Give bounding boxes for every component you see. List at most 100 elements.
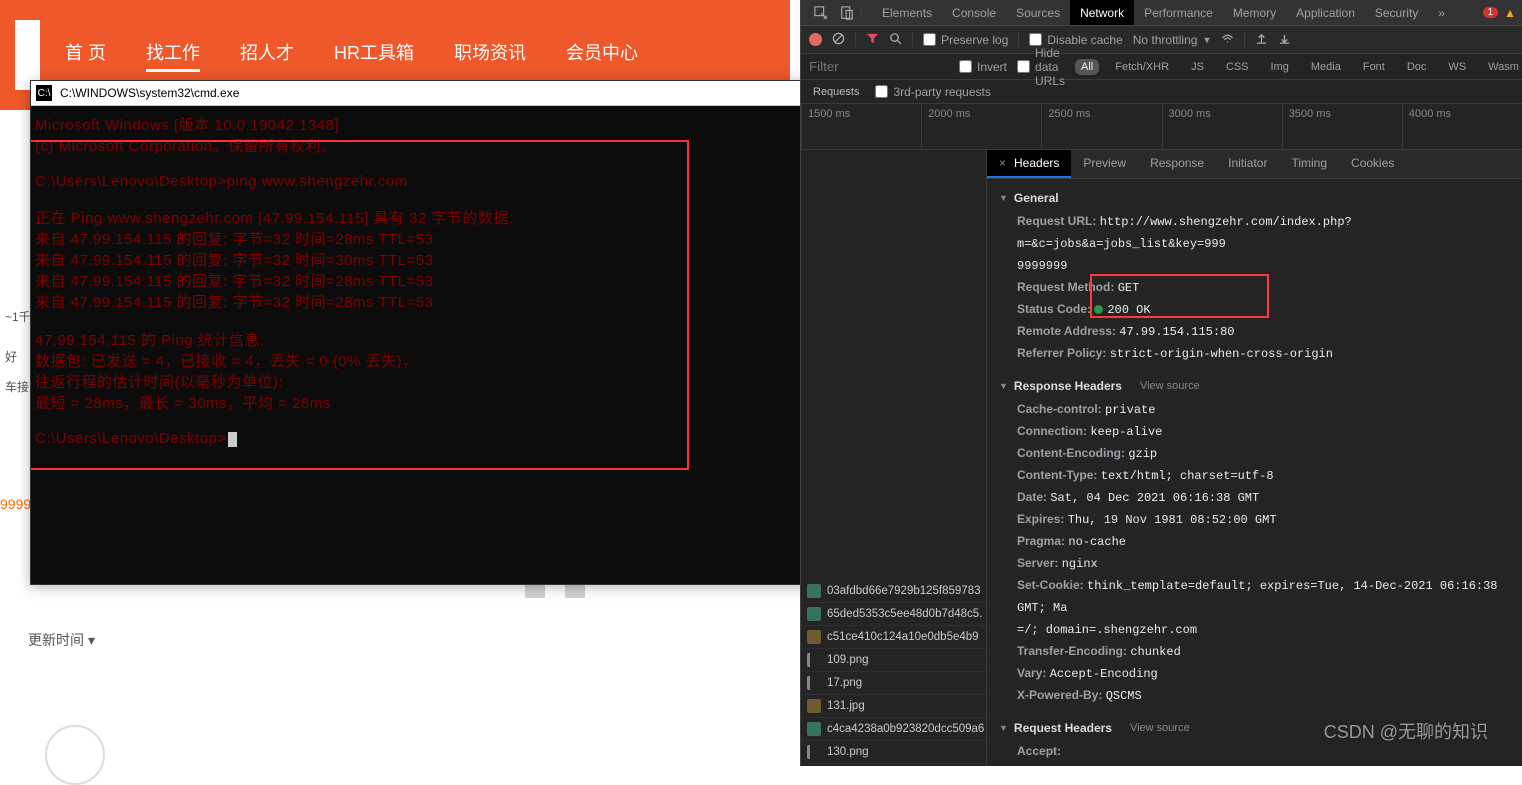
tab-sources[interactable]: Sources bbox=[1006, 0, 1070, 25]
request-list-item[interactable]: c4ca4238a0b923820dcc509a6 bbox=[801, 718, 986, 741]
sort-update-time[interactable]: 更新时间 ▾ bbox=[18, 625, 105, 655]
timeline-tick: 3500 ms bbox=[1282, 104, 1402, 149]
file-type-icon bbox=[807, 676, 821, 690]
tab-memory[interactable]: Memory bbox=[1223, 0, 1286, 25]
invert-checkbox[interactable]: Invert bbox=[959, 60, 1007, 74]
request-list-item[interactable]: 65ded5353c5ee48d0b7d48c5. bbox=[801, 603, 986, 626]
type-xhr[interactable]: Fetch/XHR bbox=[1109, 59, 1175, 75]
devtools-tabs: Elements Console Sources Network Perform… bbox=[872, 0, 1481, 25]
type-img[interactable]: Img bbox=[1265, 59, 1295, 75]
timeline-tick: 3000 ms bbox=[1162, 104, 1282, 149]
timeline-tick: 2500 ms bbox=[1041, 104, 1161, 149]
header-row: Vary: Accept-Encoding bbox=[999, 663, 1510, 685]
detail-tab-timing[interactable]: Timing bbox=[1279, 150, 1339, 178]
file-type-icon bbox=[807, 607, 821, 621]
search-icon[interactable] bbox=[889, 32, 902, 48]
error-badge[interactable]: 1 bbox=[1483, 7, 1499, 18]
tab-network[interactable]: Network bbox=[1070, 0, 1134, 25]
response-headers-section: Response HeadersView source Cache-contro… bbox=[987, 367, 1522, 709]
side-text: ~1千 bbox=[5, 308, 31, 325]
detail-tab-response[interactable]: Response bbox=[1138, 150, 1216, 178]
tab-security[interactable]: Security bbox=[1365, 0, 1428, 25]
cursor bbox=[228, 432, 237, 447]
file-type-icon bbox=[807, 745, 821, 759]
type-css[interactable]: CSS bbox=[1220, 59, 1255, 75]
request-options-bar: Requests 3rd-party requests bbox=[801, 80, 1522, 104]
header-row: Cache-control: private bbox=[999, 399, 1510, 421]
filter-icon[interactable] bbox=[866, 32, 879, 48]
hide-data-urls-checkbox[interactable]: Hide data URLs bbox=[1017, 46, 1065, 88]
detail-tab-headers[interactable]: ×Headers bbox=[987, 150, 1071, 178]
clear-button[interactable] bbox=[832, 32, 845, 48]
throttling-select[interactable]: No throttling ▼ bbox=[1133, 33, 1212, 47]
device-mode-icon[interactable] bbox=[835, 1, 859, 25]
timeline[interactable]: 1500 ms 2000 ms 2500 ms 3000 ms 3500 ms … bbox=[801, 104, 1522, 150]
record-button[interactable] bbox=[809, 33, 822, 46]
wifi-icon[interactable] bbox=[1221, 32, 1234, 48]
header-row: =/; domain=.shengzehr.com bbox=[999, 619, 1510, 641]
type-wasm[interactable]: Wasm bbox=[1482, 59, 1522, 75]
3rd-party-checkbox[interactable]: 3rd-party requests bbox=[875, 85, 990, 99]
list-view-icon[interactable] bbox=[565, 583, 585, 598]
type-font[interactable]: Font bbox=[1357, 59, 1391, 75]
nav-news[interactable]: 职场资讯 bbox=[454, 39, 526, 72]
file-type-icon bbox=[807, 653, 821, 667]
network-toolbar: Preserve log Disable cache No throttling… bbox=[801, 26, 1522, 54]
request-list-item[interactable]: 130.png bbox=[801, 741, 986, 764]
type-all[interactable]: All bbox=[1075, 59, 1099, 75]
cmd-line: 来自 47.99.154.115 的回复: 字节=32 时间=28ms TTL=… bbox=[35, 294, 434, 311]
detail-tab-cookies[interactable]: Cookies bbox=[1339, 150, 1406, 178]
header-row: Connection: keep-alive bbox=[999, 421, 1510, 443]
tab-performance[interactable]: Performance bbox=[1134, 0, 1223, 25]
view-source-link[interactable]: View source bbox=[1140, 380, 1200, 392]
tab-console[interactable]: Console bbox=[942, 0, 1006, 25]
disable-cache-checkbox[interactable]: Disable cache bbox=[1029, 33, 1122, 47]
close-icon[interactable]: × bbox=[999, 156, 1006, 170]
tab-elements[interactable]: Elements bbox=[872, 0, 942, 25]
general-title[interactable]: General bbox=[999, 191, 1510, 205]
preserve-log-checkbox[interactable]: Preserve log bbox=[923, 33, 1008, 47]
devtools-panel: Elements Console Sources Network Perform… bbox=[800, 0, 1522, 766]
grid-view-icon[interactable] bbox=[525, 583, 545, 598]
update-label: 更新时间 bbox=[28, 630, 84, 650]
download-icon[interactable] bbox=[1278, 32, 1291, 48]
upload-icon[interactable] bbox=[1255, 32, 1268, 48]
request-name: 17.png bbox=[827, 677, 862, 689]
nav-recruit[interactable]: 招人才 bbox=[240, 39, 294, 72]
response-headers-title[interactable]: Response HeadersView source bbox=[999, 379, 1510, 393]
request-name: 03afdbd66e7929b125f859783 bbox=[827, 585, 981, 597]
view-source-link[interactable]: View source bbox=[1130, 722, 1190, 734]
nav-jobs[interactable]: 找工作 bbox=[146, 39, 200, 72]
filter-bar: Invert Hide data URLs All Fetch/XHR JS C… bbox=[801, 54, 1522, 80]
nav-home[interactable]: 首 页 bbox=[65, 39, 106, 72]
tab-application[interactable]: Application bbox=[1286, 0, 1365, 25]
cmd-line: 来自 47.99.154.115 的回复: 字节=32 时间=28ms TTL=… bbox=[35, 231, 434, 248]
inspect-icon[interactable] bbox=[809, 1, 833, 25]
type-doc[interactable]: Doc bbox=[1401, 59, 1433, 75]
request-list-item[interactable]: c51ce410c124a10e0db5e4b9 bbox=[801, 626, 986, 649]
request-list-item[interactable]: 03afdbd66e7929b125f859783 bbox=[801, 580, 986, 603]
detail-tab-initiator[interactable]: Initiator bbox=[1216, 150, 1279, 178]
type-js[interactable]: JS bbox=[1185, 59, 1210, 75]
tab-more[interactable]: » bbox=[1428, 0, 1455, 25]
cmd-line: 47.99.154.115 的 Ping 统计信息: bbox=[35, 332, 265, 349]
detail-tab-preview[interactable]: Preview bbox=[1071, 150, 1138, 178]
warning-icon[interactable]: ▲ bbox=[1504, 6, 1516, 20]
header-row: Transfer-Encoding: chunked bbox=[999, 641, 1510, 663]
nav-member[interactable]: 会员中心 bbox=[566, 39, 638, 72]
cmd-line: (c) Microsoft Corporation。保留所有权利。 bbox=[35, 138, 337, 155]
type-media[interactable]: Media bbox=[1305, 59, 1347, 75]
type-ws[interactable]: WS bbox=[1442, 59, 1472, 75]
nav: 首 页 找工作 招人才 HR工具箱 职场资讯 会员中心 bbox=[65, 39, 638, 72]
request-list-item[interactable]: 17.png bbox=[801, 672, 986, 695]
request-list: 03afdbd66e7929b125f859783 65ded5353c5ee48… bbox=[801, 150, 987, 766]
filter-input[interactable] bbox=[809, 59, 949, 74]
request-list-item[interactable]: 109.png bbox=[801, 649, 986, 672]
request-name: c51ce410c124a10e0db5e4b9 bbox=[827, 631, 979, 643]
avatar bbox=[45, 725, 105, 785]
timeline-tick: 1500 ms bbox=[801, 104, 921, 149]
request-list-item[interactable]: 131.jpg bbox=[801, 695, 986, 718]
request-headers-title[interactable]: Request HeadersView source bbox=[999, 721, 1510, 735]
nav-hr-tools[interactable]: HR工具箱 bbox=[334, 39, 414, 72]
request-name: c4ca4238a0b923820dcc509a6 bbox=[827, 723, 984, 735]
